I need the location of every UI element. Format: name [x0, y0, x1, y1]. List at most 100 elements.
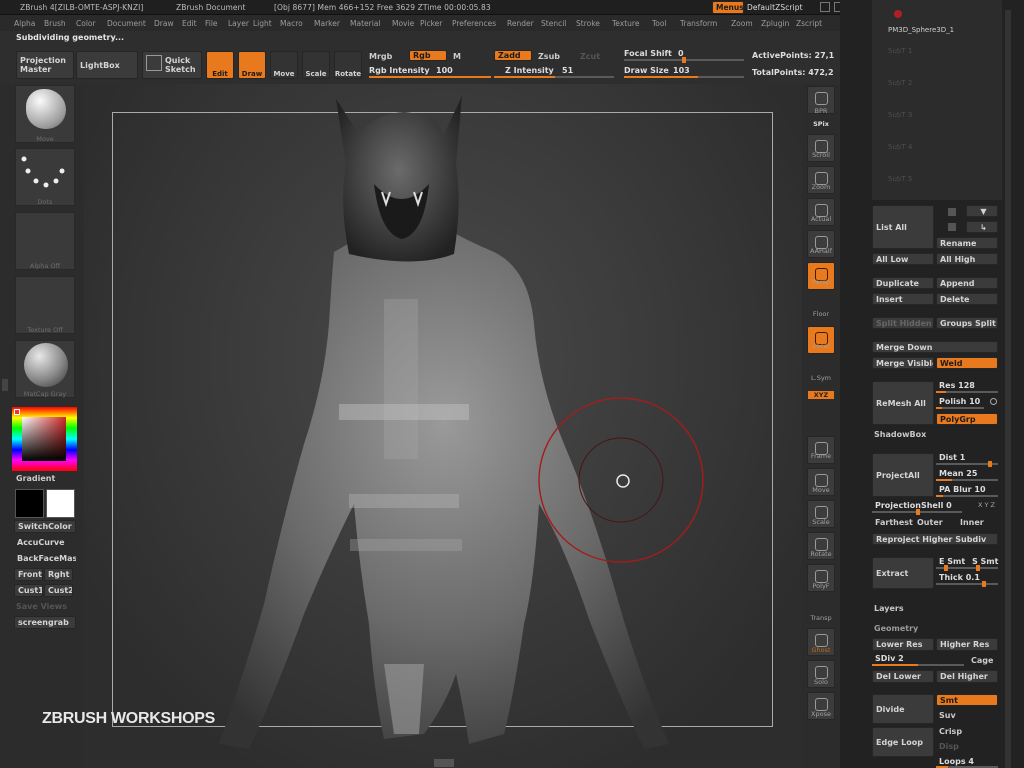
- all-high-button[interactable]: All High: [936, 253, 998, 265]
- lightbox-button[interactable]: LightBox: [76, 51, 138, 79]
- move-mode-button[interactable]: Move: [270, 51, 298, 79]
- smt-toggle[interactable]: Smt: [936, 694, 998, 706]
- del-lower-button[interactable]: Del Lower: [872, 670, 934, 683]
- menu-color[interactable]: Color: [76, 19, 96, 28]
- move-right-button[interactable]: ↳: [966, 221, 998, 233]
- sdiv-slider-track[interactable]: [872, 664, 964, 666]
- menu-light[interactable]: Light: [253, 19, 272, 28]
- subtool-item[interactable]: SubT 1: [888, 47, 912, 55]
- outer-button[interactable]: Outer: [917, 518, 943, 527]
- edge-loop-button[interactable]: Edge Loop: [872, 727, 934, 757]
- draw-mode-button[interactable]: Draw: [238, 51, 266, 79]
- color-picker[interactable]: [12, 407, 77, 471]
- menu-macro[interactable]: Macro: [280, 19, 303, 28]
- menu-picker[interactable]: Picker: [420, 19, 442, 28]
- draw-size-slider[interactable]: [624, 76, 744, 78]
- res-slider-track[interactable]: [936, 391, 998, 393]
- backface-mask-button[interactable]: BackFaceMas: [14, 552, 76, 565]
- rotate-mode-button[interactable]: Rotate: [334, 51, 362, 79]
- subtool-active[interactable]: PM3D_Sphere3D_1: [888, 26, 954, 34]
- smt-slider-track[interactable]: [936, 565, 998, 571]
- projection-master-button[interactable]: Projection Master: [16, 51, 74, 79]
- mrgb-toggle[interactable]: Mrgb: [369, 52, 392, 61]
- polish-slider-track[interactable]: [936, 407, 984, 409]
- thick-slider-track[interactable]: [936, 581, 998, 587]
- subtool-item[interactable]: SubT 5: [888, 175, 912, 183]
- menu-edit[interactable]: Edit: [182, 19, 197, 28]
- all-low-button[interactable]: All Low: [872, 253, 934, 265]
- subtool-item[interactable]: SubT 3: [888, 111, 912, 119]
- help-icon[interactable]: [820, 2, 830, 12]
- merge-down-button[interactable]: Merge Down: [872, 341, 998, 353]
- menu-draw[interactable]: Draw: [154, 19, 174, 28]
- projection-shell-track[interactable]: [872, 509, 962, 515]
- weld-toggle[interactable]: Weld: [936, 357, 998, 369]
- left-shelf-collapse-icon[interactable]: [2, 379, 8, 391]
- arrow-left-icon[interactable]: [948, 223, 956, 231]
- menu-render[interactable]: Render: [507, 19, 534, 28]
- e-smt-toggle[interactable]: E Smt: [939, 557, 965, 566]
- gradient-label[interactable]: Gradient: [16, 474, 55, 483]
- groups-split-button[interactable]: Groups Split: [936, 317, 998, 329]
- mean-slider[interactable]: Mean 25: [939, 469, 977, 478]
- pa-blur-slider-track[interactable]: [936, 495, 998, 497]
- z-intensity-slider[interactable]: [494, 76, 614, 78]
- merge-visible-button[interactable]: Merge Visible: [872, 357, 934, 369]
- lsym-tool-label[interactable]: L.Sym: [802, 374, 840, 382]
- extract-button[interactable]: Extract: [872, 557, 934, 589]
- polygrp-toggle[interactable]: PolyGrp: [936, 413, 998, 425]
- crisp-toggle[interactable]: Crisp: [939, 727, 962, 736]
- menu-preferences[interactable]: Preferences: [452, 19, 496, 28]
- subtool-item[interactable]: SubT 4: [888, 143, 912, 151]
- res-slider[interactable]: Res 128: [939, 381, 975, 390]
- rgb-toggle[interactable]: Rgb: [409, 50, 447, 61]
- rename-button[interactable]: Rename: [936, 237, 998, 249]
- color-square[interactable]: [22, 417, 66, 461]
- projection-xyz-toggle[interactable]: X Y Z: [978, 501, 995, 509]
- scale-mode-button[interactable]: Scale: [302, 51, 330, 79]
- menu-zoom[interactable]: Zoom: [731, 19, 753, 28]
- projection-shell-slider[interactable]: ProjectionShell 0: [875, 501, 952, 510]
- menu-zplugin[interactable]: Zplugin: [761, 19, 789, 28]
- menu-document[interactable]: Document: [107, 19, 146, 28]
- spix-tool-label[interactable]: SPix: [802, 120, 840, 128]
- disp-slider[interactable]: Disp: [939, 742, 959, 751]
- menu-texture[interactable]: Texture: [612, 19, 639, 28]
- duplicate-button[interactable]: Duplicate: [872, 277, 934, 289]
- thick-slider[interactable]: Thick 0.1: [939, 573, 980, 582]
- farthest-button[interactable]: Farthest: [875, 518, 913, 527]
- menu-zscript[interactable]: Zscript: [796, 19, 822, 28]
- primary-color-swatch[interactable]: [46, 489, 75, 518]
- menu-brush[interactable]: Brush: [44, 19, 66, 28]
- default-zscript-button[interactable]: DefaultZScript: [747, 3, 803, 12]
- alpha-selector[interactable]: Alpha Off: [15, 212, 75, 270]
- loops-slider[interactable]: Loops 4: [939, 757, 974, 766]
- save-views-button[interactable]: Save Views: [16, 602, 67, 611]
- texture-selector[interactable]: Texture Off: [15, 276, 75, 334]
- insert-button[interactable]: Insert: [872, 293, 934, 305]
- material-selector[interactable]: MatCap Gray: [15, 340, 75, 398]
- inner-button[interactable]: Inner: [960, 518, 984, 527]
- menu-alpha[interactable]: Alpha: [14, 19, 35, 28]
- screengrab-button[interactable]: screengrab: [14, 616, 76, 629]
- bottom-shelf-toggle-icon[interactable]: [434, 759, 454, 767]
- del-higher-button[interactable]: Del Higher: [936, 670, 998, 683]
- shadowbox-button[interactable]: ShadowBox: [874, 430, 926, 439]
- tray-scrollbar[interactable]: [1005, 10, 1011, 768]
- front-view-button[interactable]: Front: [14, 568, 43, 581]
- stroke-selector[interactable]: Dots: [15, 148, 75, 206]
- projectall-button[interactable]: ProjectAll: [872, 453, 934, 497]
- brush-selector[interactable]: Move: [15, 85, 75, 143]
- menu-stencil[interactable]: Stencil: [541, 19, 566, 28]
- zcut-toggle[interactable]: Zcut: [580, 52, 600, 61]
- canvas-viewport[interactable]: ZBRUSH WORKSHOPS: [42, 84, 802, 768]
- floor-tool-label[interactable]: Floor: [802, 310, 840, 318]
- cust2-button[interactable]: Cust2: [44, 584, 73, 597]
- layers-section-header[interactable]: Layers: [874, 604, 904, 613]
- accucurve-button[interactable]: AccuCurve: [14, 536, 76, 549]
- list-all-button[interactable]: List All: [872, 205, 934, 249]
- higher-res-button[interactable]: Higher Res: [936, 638, 998, 651]
- menu-stroke[interactable]: Stroke: [576, 19, 600, 28]
- sdiv-slider[interactable]: SDiv 2: [875, 654, 904, 663]
- cage-toggle[interactable]: Cage: [971, 656, 993, 665]
